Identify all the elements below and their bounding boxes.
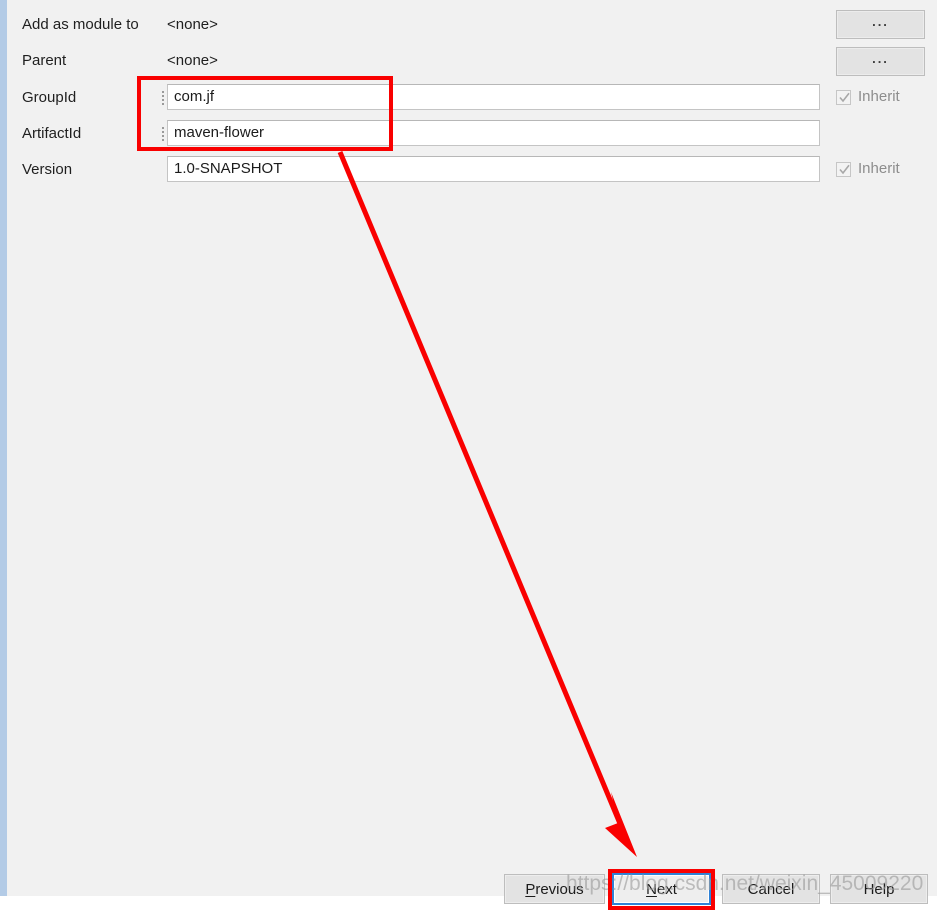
version-inherit-checkbox[interactable]: Inherit: [836, 161, 900, 177]
cancel-button[interactable]: Cancel: [722, 874, 820, 904]
next-button-label: Next: [646, 880, 677, 898]
value-parent: <none>: [167, 52, 218, 69]
groupid-input[interactable]: com.jf: [167, 84, 820, 110]
label-version: Version: [22, 161, 73, 178]
checkbox-icon[interactable]: [836, 161, 851, 177]
checkbox-icon[interactable]: [836, 89, 851, 105]
previous-button-label: Previous: [525, 880, 584, 898]
label-parent: Parent: [22, 52, 67, 69]
cancel-button-label: Cancel: [747, 880, 795, 898]
version-inherit-label: Inherit: [858, 160, 900, 177]
help-button[interactable]: Help: [830, 874, 928, 904]
value-add-as-module-to: <none>: [167, 16, 218, 33]
label-groupid: GroupId: [22, 89, 77, 106]
ellipsis-icon: ...: [872, 50, 889, 66]
ellipsis-icon: ...: [872, 13, 889, 29]
label-artifactid: ArtifactId: [22, 125, 82, 142]
label-add-as-module-to: Add as module to: [22, 16, 139, 33]
artifactid-input[interactable]: maven-flower: [167, 120, 820, 146]
groupid-field-gripper: [162, 91, 164, 105]
previous-button[interactable]: Previous: [504, 874, 605, 904]
help-button-label: Help: [863, 880, 895, 898]
groupid-inherit-checkbox[interactable]: Inherit: [836, 89, 900, 105]
artifactid-field-gripper: [162, 127, 164, 141]
parent-browse-button[interactable]: ...: [836, 47, 925, 76]
add-as-module-to-browse-button[interactable]: ...: [836, 10, 925, 39]
groupid-inherit-label: Inherit: [858, 88, 900, 105]
version-input[interactable]: 1.0-SNAPSHOT: [167, 156, 820, 182]
left-accent-stripe: [0, 0, 7, 896]
maven-project-wizard-dialog: Add as module to <none> Parent <none> Gr…: [0, 0, 937, 910]
next-button[interactable]: Next: [612, 873, 711, 905]
